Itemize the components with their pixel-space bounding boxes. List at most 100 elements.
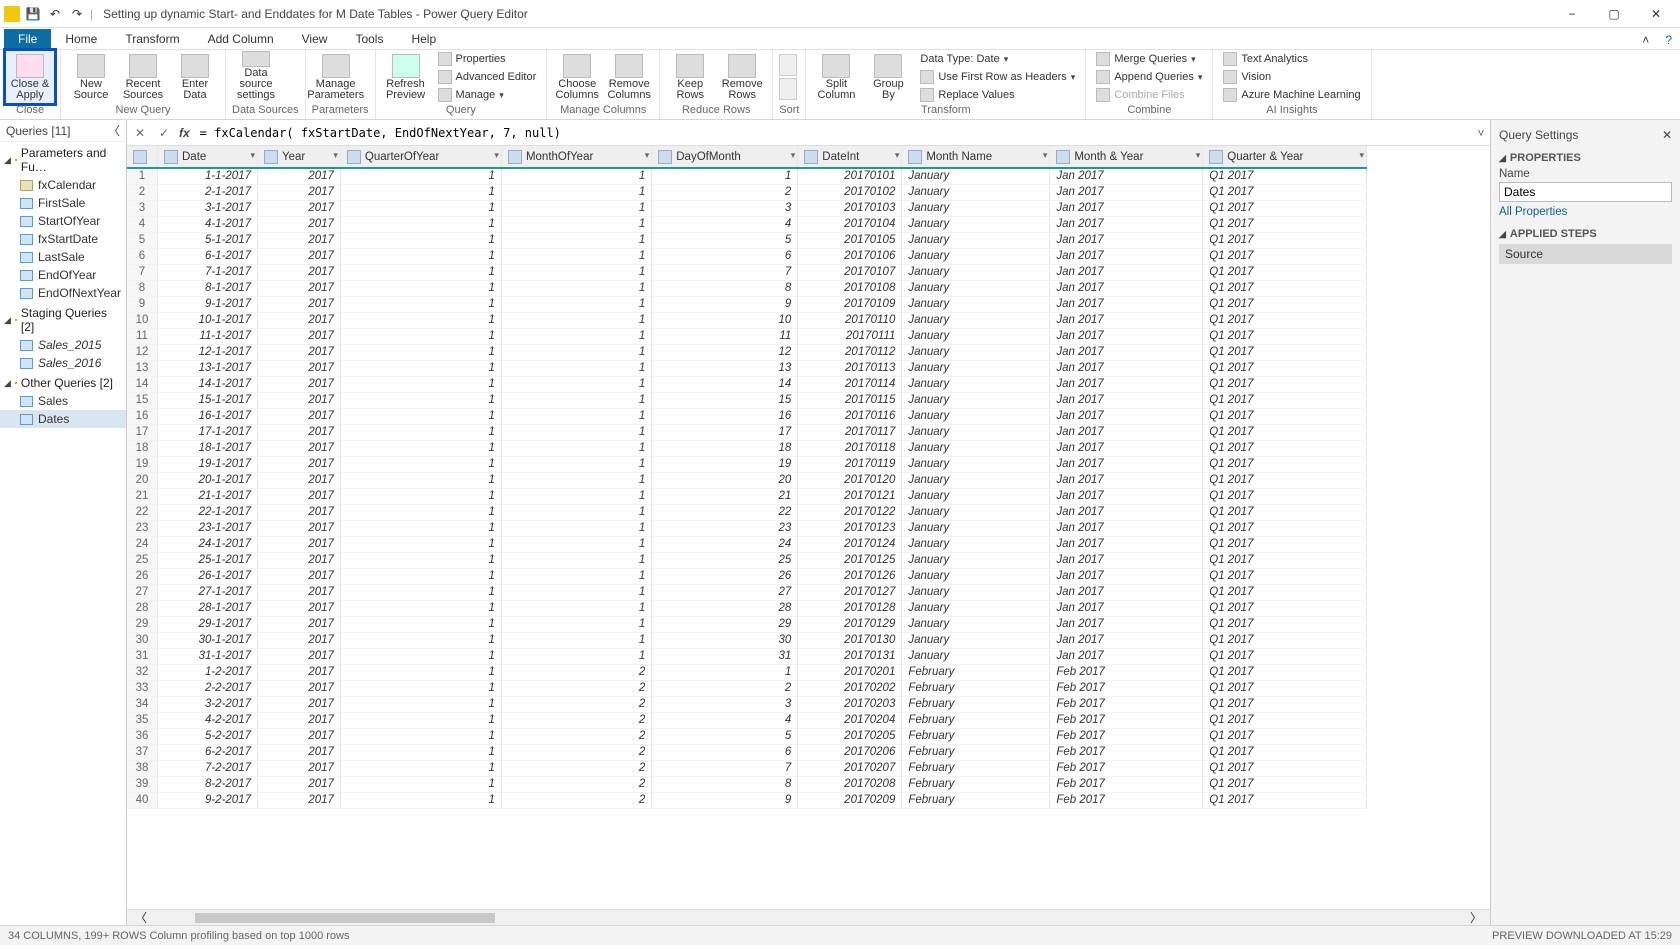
cell[interactable]: Jan 2017 xyxy=(1050,552,1203,568)
cell[interactable]: 1 xyxy=(340,760,501,776)
formula-input[interactable] xyxy=(196,126,1466,140)
cell[interactable]: January xyxy=(902,600,1050,616)
close-window-button[interactable]: ✕ xyxy=(1636,2,1676,26)
cell[interactable]: 2 xyxy=(501,728,651,744)
cell[interactable]: 2 xyxy=(501,712,651,728)
cell[interactable]: Q1 2017 xyxy=(1203,552,1367,568)
cell[interactable]: 2 xyxy=(501,760,651,776)
cell[interactable]: Q1 2017 xyxy=(1203,520,1367,536)
cell[interactable]: 2017 xyxy=(258,296,341,312)
cell[interactable]: Q1 2017 xyxy=(1203,488,1367,504)
new-source-button[interactable]: New Source xyxy=(67,51,115,103)
cell[interactable]: 20170105 xyxy=(798,232,902,248)
cell[interactable]: 20170104 xyxy=(798,216,902,232)
cell[interactable]: Feb 2017 xyxy=(1050,680,1203,696)
cell[interactable]: January xyxy=(902,488,1050,504)
cell[interactable]: 1 xyxy=(501,280,651,296)
cell[interactable]: 17 xyxy=(652,424,798,440)
cell[interactable]: 2017 xyxy=(258,488,341,504)
query-item-sales_2016[interactable]: Sales_2016 xyxy=(0,354,126,372)
cell[interactable]: 1 xyxy=(501,392,651,408)
query-name-input[interactable] xyxy=(1499,182,1672,202)
cell[interactable]: 17-1-2017 xyxy=(158,424,258,440)
cell[interactable]: 2-1-2017 xyxy=(158,184,258,200)
cell[interactable]: Feb 2017 xyxy=(1050,728,1203,744)
cell[interactable]: 1 xyxy=(340,216,501,232)
cell[interactable]: 2 xyxy=(652,680,798,696)
cell[interactable]: Jan 2017 xyxy=(1050,648,1203,664)
cell[interactable]: 1 xyxy=(501,312,651,328)
all-properties-link[interactable]: All Properties xyxy=(1499,206,1672,218)
cell[interactable]: 15-1-2017 xyxy=(158,392,258,408)
cell[interactable]: 20-1-2017 xyxy=(158,472,258,488)
cell[interactable]: Q1 2017 xyxy=(1203,776,1367,792)
filter-dropdown-icon[interactable]: ▾ xyxy=(791,150,796,161)
cell[interactable]: Jan 2017 xyxy=(1050,360,1203,376)
cell[interactable]: 1 xyxy=(652,168,798,184)
cell[interactable]: Jan 2017 xyxy=(1050,488,1203,504)
cell[interactable]: Q1 2017 xyxy=(1203,216,1367,232)
cell[interactable]: 2017 xyxy=(258,776,341,792)
ribbon-help-button[interactable]: ? xyxy=(1657,31,1680,49)
query-item-endofnextyear[interactable]: EndOfNextYear xyxy=(0,284,126,302)
col-header-date[interactable]: Date▾ xyxy=(158,146,258,168)
cell[interactable]: January xyxy=(902,408,1050,424)
cell[interactable]: 20170107 xyxy=(798,264,902,280)
cell[interactable]: 19 xyxy=(652,456,798,472)
cell[interactable]: Q1 2017 xyxy=(1203,648,1367,664)
query-item-sales_2015[interactable]: Sales_2015 xyxy=(0,336,126,354)
table-row[interactable]: 1818-1-20172017111820170118JanuaryJan 20… xyxy=(127,440,1367,456)
queries-collapse-button[interactable]: 〈 xyxy=(108,122,120,139)
cell[interactable]: 1 xyxy=(340,792,501,808)
cell[interactable]: 2017 xyxy=(258,728,341,744)
cell[interactable]: 2 xyxy=(652,184,798,200)
cell[interactable]: 6 xyxy=(652,744,798,760)
cell[interactable]: Q1 2017 xyxy=(1203,376,1367,392)
cell[interactable]: Jan 2017 xyxy=(1050,456,1203,472)
cell[interactable]: 2017 xyxy=(258,440,341,456)
cell[interactable]: 20170128 xyxy=(798,600,902,616)
cell[interactable]: 1 xyxy=(340,264,501,280)
table-row[interactable]: 2727-1-20172017112720170127JanuaryJan 20… xyxy=(127,584,1367,600)
cell[interactable]: 1 xyxy=(501,376,651,392)
cell[interactable]: 20170111 xyxy=(798,328,902,344)
table-row[interactable]: 88-1-2017201711820170108JanuaryJan 2017Q… xyxy=(127,280,1367,296)
cell[interactable]: 20170112 xyxy=(798,344,902,360)
cell[interactable]: 26-1-2017 xyxy=(158,568,258,584)
cell[interactable]: Jan 2017 xyxy=(1050,200,1203,216)
cell[interactable]: January xyxy=(902,536,1050,552)
cell[interactable]: 22-1-2017 xyxy=(158,504,258,520)
cell[interactable]: January xyxy=(902,232,1050,248)
table-row[interactable]: 1313-1-20172017111320170113JanuaryJan 20… xyxy=(127,360,1367,376)
query-group[interactable]: ◢Other Queries [2] xyxy=(0,372,126,392)
cell[interactable]: 1 xyxy=(340,504,501,520)
cell[interactable]: 4 xyxy=(652,712,798,728)
cell[interactable]: 1 xyxy=(340,680,501,696)
cell[interactable]: January xyxy=(902,312,1050,328)
cell[interactable]: 2017 xyxy=(258,216,341,232)
table-row[interactable]: 2828-1-20172017112820170128JanuaryJan 20… xyxy=(127,600,1367,616)
cell[interactable]: 6 xyxy=(652,248,798,264)
cell[interactable]: 1 xyxy=(501,520,651,536)
remove-columns-button[interactable]: Remove Columns xyxy=(605,51,653,103)
cell[interactable]: January xyxy=(902,456,1050,472)
query-item-dates[interactable]: Dates xyxy=(0,410,126,428)
cell[interactable]: 1 xyxy=(501,424,651,440)
merge-queries-button[interactable]: Merge Queries ▾ xyxy=(1092,51,1206,68)
cell[interactable]: 2017 xyxy=(258,264,341,280)
cell[interactable]: February xyxy=(902,696,1050,712)
cell[interactable]: 20170201 xyxy=(798,664,902,680)
cell[interactable]: 1 xyxy=(340,440,501,456)
row-number[interactable]: 28 xyxy=(127,600,158,616)
cell[interactable]: 13-1-2017 xyxy=(158,360,258,376)
redo-icon[interactable]: ↷ xyxy=(68,5,86,23)
cell[interactable]: Q1 2017 xyxy=(1203,664,1367,680)
row-number[interactable]: 24 xyxy=(127,536,158,552)
cell[interactable]: 1 xyxy=(501,632,651,648)
cell[interactable]: 14-1-2017 xyxy=(158,376,258,392)
remove-rows-button[interactable]: Remove Rows xyxy=(718,51,766,103)
cell[interactable]: 26 xyxy=(652,568,798,584)
table-row[interactable]: 2626-1-20172017112620170126JanuaryJan 20… xyxy=(127,568,1367,584)
cell[interactable]: 1 xyxy=(340,536,501,552)
cell[interactable]: 3-2-2017 xyxy=(158,696,258,712)
